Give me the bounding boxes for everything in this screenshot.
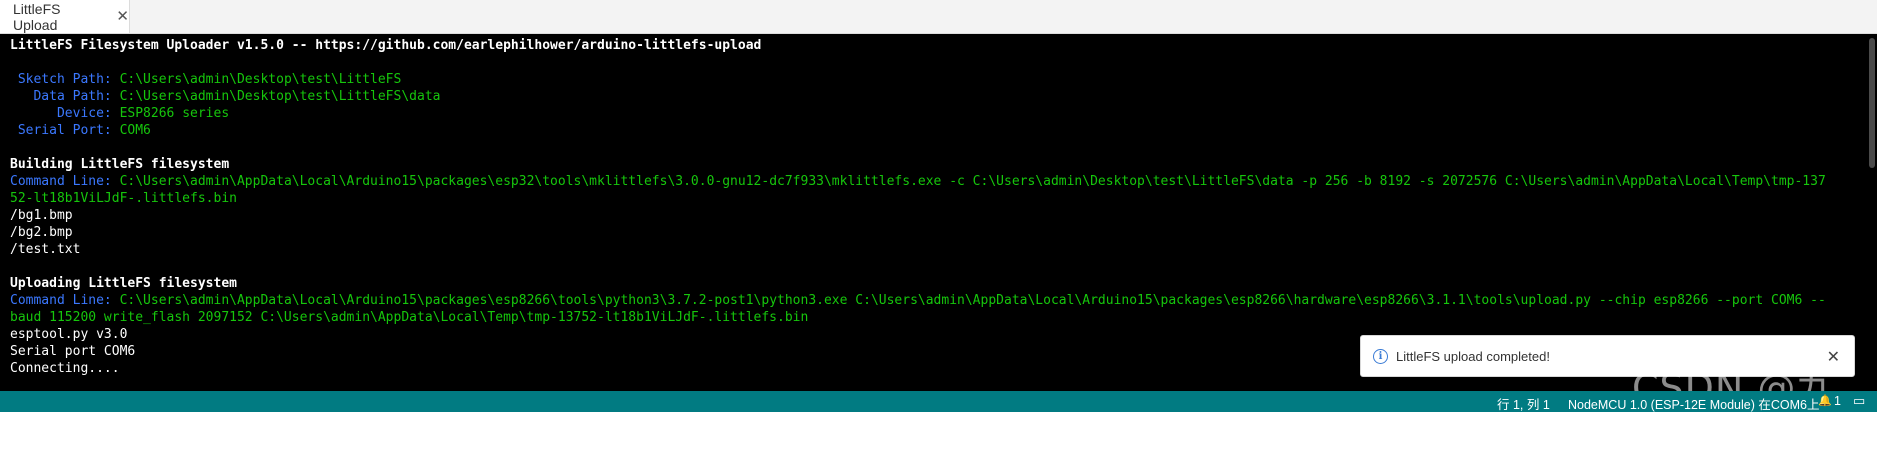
console-line: Command Line: C:\Users\admin\AppData\Loc… — [10, 173, 1857, 190]
console-text: C:\Users\admin\Desktop\test\LittleFS — [119, 72, 402, 87]
console-text: Sketch Path: — [10, 72, 120, 87]
console-text: /bg1.bmp — [10, 208, 73, 223]
console-line: /bg1.bmp — [10, 207, 1857, 224]
console-text: Data Path: — [10, 89, 120, 104]
console-text: C:\Users\admin\Desktop\test\LittleFS\dat… — [119, 89, 441, 104]
console-line: baud 115200 write_flash 2097152 C:\Users… — [10, 309, 1857, 326]
console-text: 52-lt18b1ViLJdF-.littlefs.bin — [10, 191, 237, 206]
console-scrollbar[interactable] — [1869, 38, 1875, 168]
console-text: esptool.py v3.0 — [10, 327, 128, 342]
console-text: Command Line: — [10, 293, 120, 308]
console-text: baud 115200 write_flash 2097152 C:\Users… — [10, 310, 809, 325]
console-text: C:\Users\admin\AppData\Local\Arduino15\p… — [119, 174, 1826, 189]
console-line: Data Path: C:\Users\admin\Desktop\test\L… — [10, 88, 1857, 105]
info-icon: i — [1373, 348, 1388, 364]
console-line: /test.txt — [10, 241, 1857, 258]
console-text: Building LittleFS filesystem — [10, 157, 230, 172]
board-port-status[interactable]: NodeMCU 1.0 (ESP-12E Module) 在COM6上 — [1568, 394, 1819, 413]
close-icon[interactable]: ✕ — [116, 9, 129, 24]
console-text: Uploading LittleFS filesystem — [10, 276, 237, 291]
tab-littlefs-upload[interactable]: LittleFS Upload ✕ — [0, 0, 130, 33]
console-text: ESP8266 series — [119, 106, 230, 121]
console-text: Device: — [10, 106, 120, 121]
tab-bar: LittleFS Upload ✕ — [0, 0, 1877, 34]
console-text: C:\Users\admin\AppData\Local\Arduino15\p… — [119, 293, 1826, 308]
console-text: Serial port COM6 — [10, 344, 136, 359]
console-line: 52-lt18b1ViLJdF-.littlefs.bin — [10, 190, 1857, 207]
console-text: COM6 — [119, 123, 151, 138]
console-line: Uploading LittleFS filesystem — [10, 275, 1857, 292]
console-line: LittleFS Filesystem Uploader v1.5.0 -- h… — [10, 37, 1857, 54]
console-line: Sketch Path: C:\Users\admin\Desktop\test… — [10, 71, 1857, 88]
console-text: Serial Port: — [10, 123, 120, 138]
console-text: /bg2.bmp — [10, 225, 73, 240]
console-text: /test.txt — [10, 242, 81, 257]
notification-count: 1 — [1834, 394, 1841, 408]
status-bar: 行 1, 列 1 NodeMCU 1.0 (ESP-12E Module) 在C… — [0, 391, 1877, 412]
console-text: Command Line: — [10, 174, 120, 189]
console-line: Building LittleFS filesystem — [10, 156, 1857, 173]
bell-icon[interactable]: 🔔 — [1818, 394, 1832, 407]
panel-toggle-icon[interactable]: ▭ — [1853, 393, 1865, 409]
console-line: Serial Port: COM6 — [10, 122, 1857, 139]
cursor-position[interactable]: 行 1, 列 1 — [1497, 394, 1550, 413]
console-line: /bg2.bmp — [10, 224, 1857, 241]
console-text: Connecting.... — [10, 361, 120, 376]
toast-message: LittleFS upload completed! — [1396, 348, 1550, 364]
console-line: Device: ESP8266 series — [10, 105, 1857, 122]
console-text: LittleFS Filesystem Uploader v1.5.0 -- h… — [10, 38, 762, 53]
tab-label: LittleFS Upload — [13, 0, 61, 33]
console-line: Command Line: C:\Users\admin\AppData\Loc… — [10, 292, 1857, 309]
console-lines: LittleFS Filesystem Uploader v1.5.0 -- h… — [10, 37, 1857, 377]
